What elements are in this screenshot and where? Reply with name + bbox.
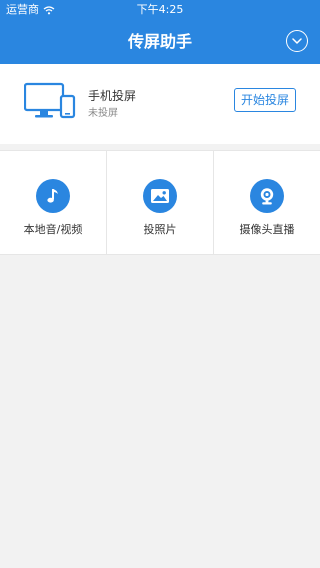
tile-photos[interactable]: 投照片 [107,151,214,254]
tile-local-media[interactable]: 本地音/视频 [0,151,107,254]
music-note-icon [36,179,70,213]
tile-webcam-live-label: 摄像头直播 [239,223,295,236]
navbar: 传屏助手 [0,20,320,64]
menu-button[interactable] [286,30,308,52]
chevron-down-icon [292,38,302,44]
image-icon [143,179,177,213]
start-casting-button[interactable]: 开始投屏 [234,88,296,112]
monitor-phone-icon [24,82,76,119]
status-bar: 运营商 下午4:25 [0,0,320,20]
casting-status: 未投屏 [88,108,118,119]
tile-local-media-label: 本地音/视频 [23,223,83,236]
status-time: 下午4:25 [136,3,184,16]
page-title: 传屏助手 [127,32,192,51]
top-bar: 运营商 下午4:25 传屏助手 [0,0,320,64]
tile-webcam-live[interactable]: 摄像头直播 [214,151,320,254]
tile-photos-label: 投照片 [143,223,177,236]
webcam-icon [250,179,284,213]
feature-grid: 本地音/视频 投照片 摄像头直播 [0,150,320,255]
casting-title: 手机投屏 [88,89,137,103]
